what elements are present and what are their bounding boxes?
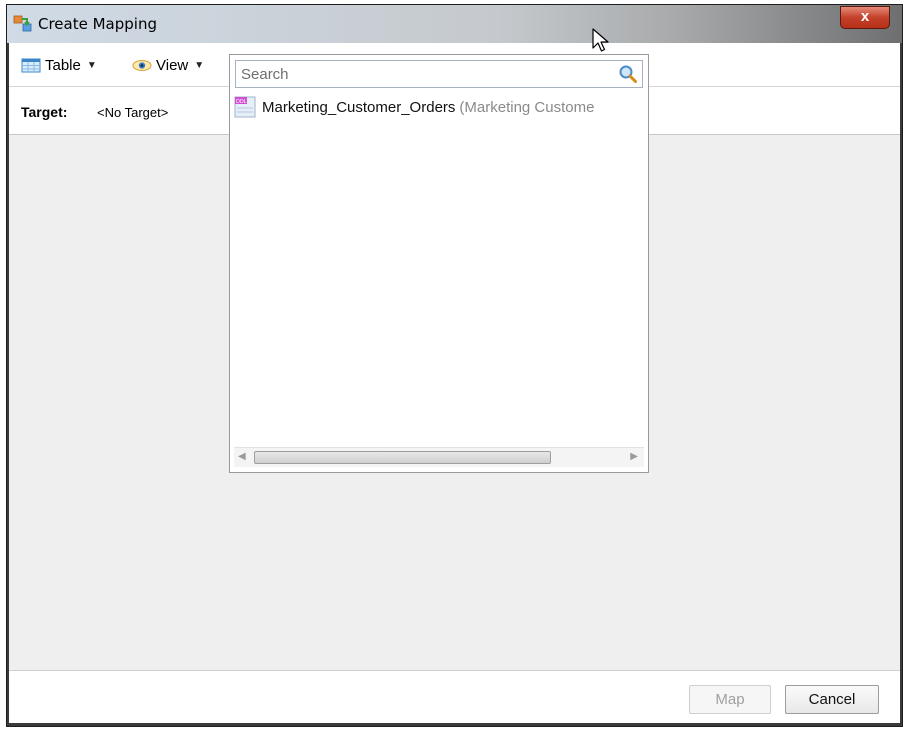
horizontal-scrollbar[interactable]: ◀ ▶ <box>234 447 644 467</box>
table-search-popup: DDL Marketing_Customer_Orders (Marketing… <box>229 54 649 473</box>
scroll-left-icon[interactable]: ◀ <box>238 451 246 462</box>
dialog-footer: Map Cancel <box>9 670 900 723</box>
scroll-right-icon[interactable]: ▶ <box>630 451 638 462</box>
target-value[interactable]: <No Target> <box>97 105 168 120</box>
svg-text:DDL: DDL <box>236 99 247 105</box>
title-bar[interactable]: Create Mapping x <box>7 5 902 43</box>
ddl-icon: DDL <box>234 96 256 118</box>
scrollbar-thumb[interactable] <box>254 451 551 464</box>
cancel-button[interactable]: Cancel <box>785 685 879 714</box>
mouse-cursor-icon <box>592 28 609 52</box>
search-box <box>235 60 643 88</box>
list-item[interactable]: DDL Marketing_Customer_Orders (Marketing… <box>234 94 646 120</box>
eye-icon <box>132 60 152 71</box>
search-input[interactable] <box>236 61 616 87</box>
close-button[interactable]: x <box>840 6 890 29</box>
chevron-down-icon: ▼ <box>194 60 205 71</box>
result-description: (Marketing Custome <box>459 98 595 116</box>
search-icon[interactable] <box>618 64 638 84</box>
table-dropdown-button[interactable]: Table ▼ <box>21 57 97 74</box>
target-label: Target: <box>21 104 68 120</box>
table-label: Table <box>45 57 81 74</box>
map-button[interactable]: Map <box>689 685 771 714</box>
chevron-down-icon: ▼ <box>86 60 97 71</box>
view-dropdown-button[interactable]: View ▼ <box>132 57 204 74</box>
table-icon <box>21 58 41 73</box>
view-label: View <box>156 57 189 74</box>
window-title: Create Mapping <box>38 15 157 33</box>
mapping-icon <box>13 15 32 32</box>
result-name: Marketing_Customer_Orders <box>262 98 456 116</box>
